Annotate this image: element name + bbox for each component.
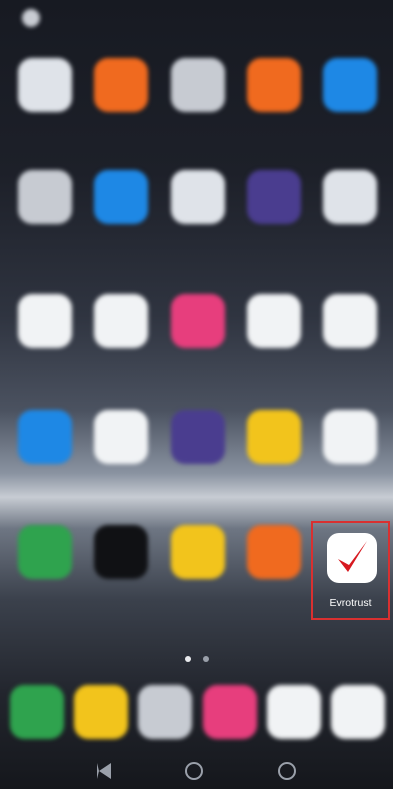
- app-label: [10, 470, 80, 494]
- app-label: [315, 354, 385, 378]
- app-row: [10, 410, 385, 520]
- evrotrust-check-icon: [327, 533, 377, 583]
- folder-grid-icon: [18, 58, 72, 112]
- app-label: [86, 470, 156, 494]
- app-row: [10, 170, 385, 280]
- app-label: [163, 230, 233, 254]
- game-icon: [170, 294, 225, 348]
- messages-icon[interactable]: [74, 685, 129, 739]
- back-icon[interactable]: [97, 762, 112, 779]
- app-shortcut[interactable]: [239, 294, 309, 404]
- blue-app-icon: [323, 58, 377, 112]
- app-label: [10, 230, 80, 254]
- app-shortcut[interactable]: [86, 525, 156, 635]
- app-shortcut[interactable]: [86, 58, 156, 168]
- app-shortcut[interactable]: [10, 58, 80, 168]
- google-icon: [94, 294, 149, 348]
- app-row: [10, 58, 385, 168]
- status-icons: [171, 10, 381, 20]
- app-shortcut[interactable]: [10, 410, 80, 520]
- folder-icon: [170, 525, 225, 579]
- app-shortcut[interactable]: [163, 58, 233, 168]
- app-label: [239, 118, 309, 142]
- app-shortcut[interactable]: [315, 170, 385, 280]
- app-shortcut[interactable]: [315, 410, 385, 520]
- grid-app-icon: [323, 170, 377, 224]
- evrotrust-app[interactable]: Evrotrust: [311, 521, 390, 620]
- folder-icon: [246, 410, 301, 464]
- circle-app-icon: [18, 170, 72, 224]
- recents-icon[interactable]: [277, 761, 296, 780]
- round-app-icon: [170, 170, 225, 224]
- page-dot: [185, 656, 191, 662]
- camera-icon[interactable]: [138, 685, 193, 739]
- app-label: [10, 118, 80, 142]
- chrome-icon[interactable]: [330, 685, 385, 739]
- app-shortcut[interactable]: [163, 525, 233, 635]
- blue-app-icon: [94, 170, 149, 224]
- app-shortcut[interactable]: [86, 170, 156, 280]
- app-label: [239, 585, 309, 609]
- app-label: [86, 230, 156, 254]
- app-label: [10, 585, 80, 609]
- home-screen: Evrotrust: [0, 0, 393, 789]
- app-label: [239, 230, 309, 254]
- green-app-icon: [18, 525, 72, 579]
- app-label: [315, 470, 385, 494]
- evrotrust-label: Evrotrust: [329, 597, 372, 609]
- play-store-icon[interactable]: [266, 685, 321, 739]
- app-label: [163, 585, 233, 609]
- home-icon[interactable]: [185, 761, 204, 780]
- app-label: [86, 354, 156, 378]
- app-shortcut[interactable]: [10, 294, 80, 404]
- terminal-icon: [94, 525, 149, 579]
- blue-app-icon: [18, 410, 72, 464]
- app-shortcut[interactable]: [239, 525, 309, 635]
- app-shortcut[interactable]: [239, 170, 309, 280]
- pen-icon: [323, 410, 377, 464]
- app-shortcut[interactable]: [163, 410, 233, 520]
- orange-app-icon: [246, 525, 301, 579]
- page-dot: [203, 656, 209, 662]
- app-icon: [246, 294, 301, 348]
- app-label: [10, 354, 80, 378]
- app-label: [315, 118, 385, 142]
- gmail-icon: [18, 294, 72, 348]
- app-shortcut[interactable]: [86, 294, 156, 404]
- photos-icon[interactable]: [202, 685, 257, 739]
- app-shortcut[interactable]: [163, 170, 233, 280]
- phone-icon[interactable]: [10, 685, 64, 739]
- dock: [10, 685, 385, 749]
- settings-icon: [22, 9, 40, 27]
- settings-icon: [170, 410, 225, 464]
- app-shortcut[interactable]: [86, 410, 156, 520]
- status-bar: [0, 0, 393, 32]
- app-shortcut[interactable]: [10, 170, 80, 280]
- app-shortcut[interactable]: [239, 58, 309, 168]
- page-indicator: [185, 656, 215, 664]
- app-label: [86, 585, 156, 609]
- app-label: [163, 470, 233, 494]
- orange-app-icon: [94, 58, 149, 112]
- app-row: [10, 294, 385, 404]
- navigation-bar: [0, 752, 393, 789]
- app-label: [163, 118, 233, 142]
- purple-app-icon: [246, 170, 301, 224]
- app-shortcut[interactable]: [163, 294, 233, 404]
- app-label: [315, 230, 385, 254]
- gallery-icon: [246, 58, 301, 112]
- app-shortcut[interactable]: [315, 294, 385, 404]
- app-icon: [323, 294, 377, 348]
- app-shortcut[interactable]: [10, 525, 80, 635]
- app-shortcut[interactable]: [239, 410, 309, 520]
- app-label: [86, 118, 156, 142]
- app-label: [239, 470, 309, 494]
- app-shortcut[interactable]: [315, 58, 385, 168]
- app-label: [239, 354, 309, 378]
- navigation-icon: [94, 410, 149, 464]
- app-label: [163, 354, 233, 378]
- folder-grid-icon: [170, 58, 225, 112]
